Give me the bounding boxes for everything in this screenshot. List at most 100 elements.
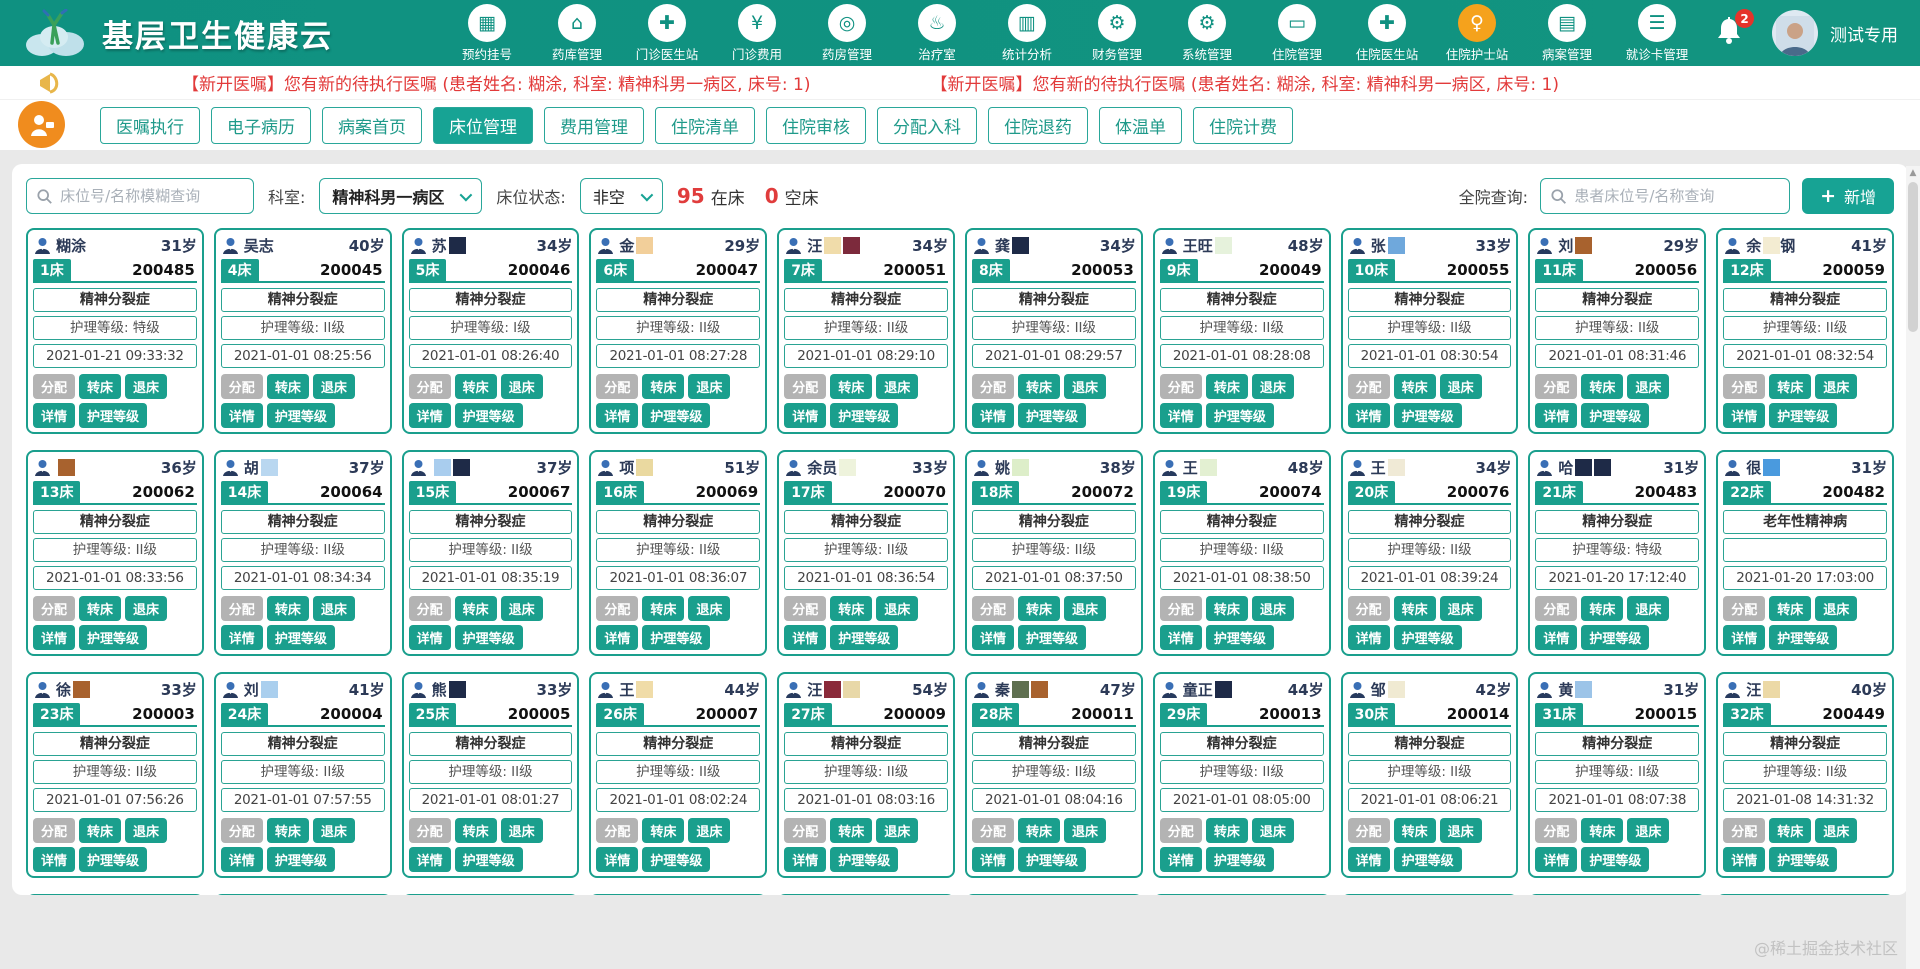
assign-button[interactable]: 分配 xyxy=(972,374,1014,399)
detail-button[interactable]: 详情 xyxy=(33,625,75,650)
scrollbar[interactable]: ▲ xyxy=(1906,166,1920,969)
assign-button[interactable]: 分配 xyxy=(1160,374,1202,399)
detail-button[interactable]: 详情 xyxy=(33,847,75,872)
tab-1[interactable]: 医嘱执行 xyxy=(100,107,200,144)
add-button[interactable]: + 新增 xyxy=(1802,178,1894,214)
detail-button[interactable]: 详情 xyxy=(596,625,638,650)
notification-bell[interactable]: 2 xyxy=(1716,17,1742,49)
transfer-bed-button[interactable]: 转床 xyxy=(830,818,872,843)
assign-button[interactable]: 分配 xyxy=(1723,374,1765,399)
tab-4[interactable]: 床位管理 xyxy=(433,107,533,144)
nursing-level-button[interactable]: 护理等级 xyxy=(1394,847,1462,872)
topnav-item-8[interactable]: ⚙财务管理 xyxy=(1084,4,1150,63)
transfer-bed-button[interactable]: 转床 xyxy=(1018,374,1060,399)
checkout-bed-button[interactable]: 退床 xyxy=(1440,596,1482,621)
nursing-level-button[interactable]: 护理等级 xyxy=(642,403,710,428)
detail-button[interactable]: 详情 xyxy=(33,403,75,428)
detail-button[interactable]: 详情 xyxy=(1723,847,1765,872)
transfer-bed-button[interactable]: 转床 xyxy=(79,596,121,621)
detail-button[interactable]: 详情 xyxy=(221,625,263,650)
nursing-level-button[interactable]: 护理等级 xyxy=(455,625,523,650)
nursing-level-button[interactable]: 护理等级 xyxy=(830,847,898,872)
nursing-level-button[interactable]: 护理等级 xyxy=(1394,625,1462,650)
detail-button[interactable]: 详情 xyxy=(1348,847,1390,872)
checkout-bed-button[interactable]: 退床 xyxy=(1627,818,1669,843)
assign-button[interactable]: 分配 xyxy=(33,374,75,399)
checkout-bed-button[interactable]: 退床 xyxy=(876,596,918,621)
nursing-level-button[interactable]: 护理等级 xyxy=(267,403,335,428)
nursing-level-button[interactable]: 护理等级 xyxy=(455,847,523,872)
checkout-bed-button[interactable]: 退床 xyxy=(501,596,543,621)
assign-button[interactable]: 分配 xyxy=(1535,818,1577,843)
transfer-bed-button[interactable]: 转床 xyxy=(1018,818,1060,843)
assign-button[interactable]: 分配 xyxy=(33,818,75,843)
assign-button[interactable]: 分配 xyxy=(409,374,451,399)
user-name[interactable]: 测试专用 xyxy=(1830,21,1898,46)
assign-button[interactable]: 分配 xyxy=(596,818,638,843)
transfer-bed-button[interactable]: 转床 xyxy=(455,596,497,621)
transfer-bed-button[interactable]: 转床 xyxy=(1769,818,1811,843)
assign-button[interactable]: 分配 xyxy=(972,596,1014,621)
transfer-bed-button[interactable]: 转床 xyxy=(642,596,684,621)
scroll-up-arrow[interactable]: ▲ xyxy=(1906,168,1920,178)
detail-button[interactable]: 详情 xyxy=(409,625,451,650)
checkout-bed-button[interactable]: 退床 xyxy=(313,374,355,399)
nursing-level-button[interactable]: 护理等级 xyxy=(830,403,898,428)
assign-button[interactable]: 分配 xyxy=(221,596,263,621)
tab-5[interactable]: 费用管理 xyxy=(544,107,644,144)
detail-button[interactable]: 详情 xyxy=(1723,403,1765,428)
assign-button[interactable]: 分配 xyxy=(1723,596,1765,621)
checkout-bed-button[interactable]: 退床 xyxy=(1815,818,1857,843)
transfer-bed-button[interactable]: 转床 xyxy=(455,374,497,399)
assign-button[interactable]: 分配 xyxy=(409,818,451,843)
nursing-level-button[interactable]: 护理等级 xyxy=(1206,625,1274,650)
checkout-bed-button[interactable]: 退床 xyxy=(1252,374,1294,399)
transfer-bed-button[interactable]: 转床 xyxy=(830,374,872,399)
detail-button[interactable]: 详情 xyxy=(221,403,263,428)
assign-button[interactable]: 分配 xyxy=(221,374,263,399)
detail-button[interactable]: 详情 xyxy=(1535,847,1577,872)
tab-8[interactable]: 分配入科 xyxy=(877,107,977,144)
nursing-level-button[interactable]: 护理等级 xyxy=(1206,847,1274,872)
assign-button[interactable]: 分配 xyxy=(784,818,826,843)
nursing-level-button[interactable]: 护理等级 xyxy=(455,403,523,428)
transfer-bed-button[interactable]: 转床 xyxy=(1581,374,1623,399)
transfer-bed-button[interactable]: 转床 xyxy=(1018,596,1060,621)
assign-button[interactable]: 分配 xyxy=(409,596,451,621)
checkout-bed-button[interactable]: 退床 xyxy=(125,818,167,843)
nursing-level-button[interactable]: 护理等级 xyxy=(642,847,710,872)
detail-button[interactable]: 详情 xyxy=(972,847,1014,872)
checkout-bed-button[interactable]: 退床 xyxy=(688,596,730,621)
dept-select[interactable]: 精神科男一病区 xyxy=(319,178,482,214)
checkout-bed-button[interactable]: 退床 xyxy=(313,818,355,843)
nursing-level-button[interactable]: 护理等级 xyxy=(79,625,147,650)
checkout-bed-button[interactable]: 退床 xyxy=(1627,596,1669,621)
nursing-level-button[interactable]: 护理等级 xyxy=(1769,847,1837,872)
topnav-item-4[interactable]: ¥门诊费用 xyxy=(724,4,790,63)
transfer-bed-button[interactable]: 转床 xyxy=(267,596,309,621)
tab-7[interactable]: 住院审核 xyxy=(766,107,866,144)
transfer-bed-button[interactable]: 转床 xyxy=(1394,818,1436,843)
topnav-item-3[interactable]: ✚门诊医生站 xyxy=(634,4,700,63)
detail-button[interactable]: 详情 xyxy=(1348,403,1390,428)
checkout-bed-button[interactable]: 退床 xyxy=(1064,374,1106,399)
assign-button[interactable]: 分配 xyxy=(1723,818,1765,843)
detail-button[interactable]: 详情 xyxy=(1160,847,1202,872)
checkout-bed-button[interactable]: 退床 xyxy=(688,818,730,843)
transfer-bed-button[interactable]: 转床 xyxy=(267,374,309,399)
nursing-level-button[interactable]: 护理等级 xyxy=(1581,403,1649,428)
hospital-search-input[interactable] xyxy=(1574,187,1779,205)
nursing-level-button[interactable]: 护理等级 xyxy=(1769,403,1837,428)
assign-button[interactable]: 分配 xyxy=(596,596,638,621)
assign-button[interactable]: 分配 xyxy=(596,374,638,399)
bed-status-select[interactable]: 非空 xyxy=(580,178,663,214)
nursing-level-button[interactable]: 护理等级 xyxy=(1581,625,1649,650)
nursing-level-button[interactable]: 护理等级 xyxy=(1018,403,1086,428)
tab-2[interactable]: 电子病历 xyxy=(211,107,311,144)
nursing-level-button[interactable]: 护理等级 xyxy=(642,625,710,650)
checkout-bed-button[interactable]: 退床 xyxy=(501,374,543,399)
checkout-bed-button[interactable]: 退床 xyxy=(1815,374,1857,399)
detail-button[interactable]: 详情 xyxy=(1535,403,1577,428)
assign-button[interactable]: 分配 xyxy=(784,596,826,621)
patient-menu-button[interactable] xyxy=(18,101,65,148)
